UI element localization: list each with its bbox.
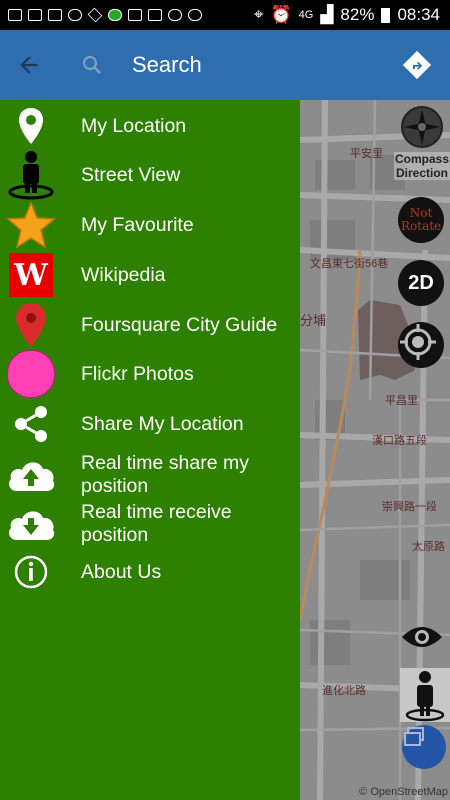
menu-label: Real time share my position: [81, 452, 249, 497]
menu-item-street-view[interactable]: Street View: [0, 150, 300, 200]
gmail-icon: [48, 9, 62, 21]
crosshair-icon: [400, 324, 436, 360]
cloud-download-icon: [5, 499, 57, 549]
signal-icon: ▟: [320, 5, 334, 24]
menu-item-share-position[interactable]: Real time share my position: [0, 450, 300, 500]
notification-icons: [0, 7, 202, 23]
menu-label: Real time receive position: [81, 501, 232, 546]
menu-item-my-favourite[interactable]: My Favourite: [0, 200, 300, 250]
map-label: 崇興路一段: [382, 501, 437, 513]
directions-button[interactable]: [402, 50, 432, 80]
battery-percent: 82%: [340, 5, 375, 24]
red-map-pin-icon: [5, 300, 57, 350]
menu-item-my-location[interactable]: My Location: [0, 101, 300, 151]
drive-icon: [87, 7, 103, 23]
share-icon: [5, 399, 57, 449]
map-label: 文昌東七街56巷: [310, 258, 389, 270]
chrome-icon: [188, 9, 202, 21]
map-label: 進化北路: [322, 685, 366, 697]
map-label: 平安里: [350, 148, 383, 160]
not-rotate-label: Not Rotate: [401, 206, 442, 233]
battery-icon: [381, 7, 391, 23]
app-icon: [108, 9, 122, 21]
street-view-person-icon: [5, 150, 57, 200]
page-title: Search: [132, 52, 202, 77]
street-view-person-icon: [405, 671, 445, 722]
layers-fab[interactable]: [402, 725, 446, 769]
directions-icon: [402, 50, 432, 80]
menu-item-flickr[interactable]: Flickr Photos: [0, 349, 300, 399]
menu-label: Flickr Photos: [81, 362, 194, 385]
street-view-button[interactable]: [400, 668, 450, 722]
compass-button[interactable]: [400, 105, 444, 149]
not-rotate-button[interactable]: Not Rotate: [398, 197, 444, 243]
map-label: 漢口路五段: [372, 435, 427, 447]
menu-label: My Favourite: [81, 213, 194, 236]
location-status-icon: ⌖: [253, 5, 264, 24]
map-label: 平昌里: [385, 395, 418, 407]
sync-icon: [168, 9, 182, 21]
cloud-upload-icon: [5, 450, 57, 500]
eye-icon: [402, 627, 442, 647]
wikipedia-icon: W: [5, 250, 57, 300]
menu-label: About Us: [81, 560, 162, 583]
arrow-back-icon: [20, 56, 38, 74]
back-button[interactable]: [0, 30, 58, 100]
map-mode-button[interactable]: 2D: [398, 260, 444, 306]
visibility-button[interactable]: [400, 622, 444, 652]
menu-item-foursquare[interactable]: Foursquare City Guide: [0, 300, 300, 350]
map-label: 太原路: [412, 541, 445, 553]
menu-item-share-location[interactable]: Share My Location: [0, 399, 300, 449]
mail-icon: [148, 9, 162, 21]
compass-icon: [401, 106, 443, 148]
map-attribution[interactable]: © OpenStreetMap: [359, 786, 448, 798]
menu-label: Wikipedia: [81, 263, 166, 286]
gmail-icon: [28, 9, 42, 21]
compass-direction-label: Compass Direction: [394, 152, 450, 180]
search-icon: [82, 55, 101, 74]
my-location-button[interactable]: [398, 322, 444, 368]
network-type: 4G: [298, 9, 314, 21]
info-icon: [5, 547, 57, 597]
search-button[interactable]: [62, 30, 122, 100]
menu-label: Foursquare City Guide: [81, 313, 278, 336]
menu-label: Street View: [81, 163, 181, 186]
layers-icon: [404, 727, 424, 746]
map-mode-label: 2D: [408, 271, 434, 294]
app-bar: Search: [0, 30, 450, 100]
clock: 08:34: [397, 5, 440, 24]
status-bar: ⌖ ⏰ 4G ▟ 82% 08:34: [0, 0, 450, 30]
menu-item-receive-position[interactable]: Real time receive position: [0, 499, 300, 549]
menu-item-about-us[interactable]: About Us: [0, 547, 300, 597]
navigation-drawer: My Location Street View My Favourite W W…: [0, 100, 300, 800]
message-icon: [8, 9, 22, 21]
map-label: 分埔: [300, 313, 327, 328]
menu-label: My Location: [81, 114, 187, 137]
location-pin-icon: [5, 101, 57, 151]
menu-label: Share My Location: [81, 412, 244, 435]
alarm-icon: ⏰: [270, 5, 292, 24]
star-icon: [5, 200, 57, 250]
menu-item-wikipedia[interactable]: W Wikipedia: [0, 250, 300, 300]
map-view[interactable]: 平安里 文昌東七街56巷 分埔 平昌里 漢口路五段 崇興路一段 太原路 進化北路…: [300, 100, 450, 800]
weather-icon: [68, 9, 82, 21]
car-icon: [128, 9, 142, 21]
pink-circle-icon: [5, 349, 57, 399]
